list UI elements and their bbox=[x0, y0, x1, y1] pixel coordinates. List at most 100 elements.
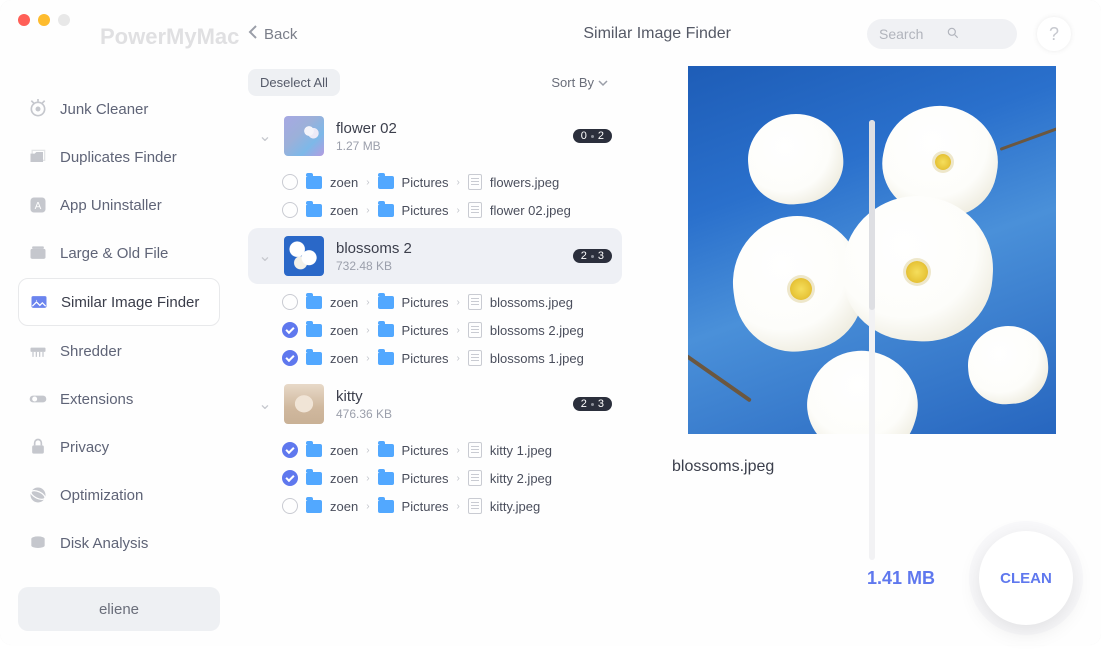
sidebar-nav: Junk Cleaner Duplicates Finder A App Uni… bbox=[18, 86, 220, 566]
file-row[interactable]: zoen› Pictures› kitty 2.jpeg bbox=[282, 464, 622, 492]
uninstaller-icon: A bbox=[28, 195, 48, 215]
chevron-down-icon bbox=[598, 75, 608, 90]
file-row[interactable]: zoen› Pictures› kitty 1.jpeg bbox=[282, 436, 622, 464]
group-thumbnail bbox=[284, 236, 324, 276]
file-checkbox[interactable] bbox=[282, 498, 298, 514]
path-dir: zoen bbox=[330, 323, 358, 338]
badge-total: 3 bbox=[598, 398, 604, 410]
search-input[interactable]: Search bbox=[867, 19, 1017, 49]
path-dir: Pictures bbox=[402, 295, 449, 310]
badge-selected: 2 bbox=[581, 398, 587, 410]
file-row[interactable]: zoen› Pictures› flowers.jpeg bbox=[282, 168, 622, 196]
file-checkbox[interactable] bbox=[282, 174, 298, 190]
back-label: Back bbox=[264, 26, 297, 43]
sidebar-item-privacy[interactable]: Privacy bbox=[18, 424, 220, 470]
junk-cleaner-icon bbox=[28, 99, 48, 119]
file-checkbox[interactable] bbox=[282, 322, 298, 338]
file-row[interactable]: zoen› Pictures› blossoms 2.jpeg bbox=[282, 316, 622, 344]
group-files: zoen› Pictures› blossoms.jpeg zoen› Pict… bbox=[248, 284, 622, 376]
sidebar-item-disk-analysis[interactable]: Disk Analysis bbox=[18, 520, 220, 566]
zoom-window-button[interactable] bbox=[58, 14, 70, 26]
path-sep: › bbox=[457, 205, 460, 216]
optimization-icon bbox=[28, 485, 48, 505]
group-count-badge: 0 2 bbox=[573, 129, 612, 143]
file-icon bbox=[468, 322, 482, 338]
sort-by-label: Sort By bbox=[551, 75, 594, 90]
minimize-window-button[interactable] bbox=[38, 14, 50, 26]
file-checkbox[interactable] bbox=[282, 470, 298, 486]
group-header[interactable]: ⌄ kitty 476.36 KB 2 3 bbox=[248, 376, 622, 432]
file-name: blossoms 1.jpeg bbox=[490, 351, 584, 366]
sort-by-dropdown[interactable]: Sort By bbox=[551, 75, 608, 90]
list-toolbar: Deselect All Sort By bbox=[248, 66, 628, 98]
sidebar-item-shredder[interactable]: Shredder bbox=[18, 328, 220, 374]
file-row[interactable]: zoen› Pictures› kitty.jpeg bbox=[282, 492, 622, 520]
group-name: flower 02 bbox=[336, 120, 561, 137]
search-icon bbox=[946, 26, 1005, 43]
sidebar-item-optimization[interactable]: Optimization bbox=[18, 472, 220, 518]
file-icon bbox=[468, 350, 482, 366]
duplicates-icon bbox=[28, 147, 48, 167]
scrollbar-thumb[interactable] bbox=[869, 120, 875, 310]
file-row[interactable]: zoen› Pictures› blossoms 1.jpeg bbox=[282, 344, 622, 372]
group-header[interactable]: ⌄ blossoms 2 732.48 KB 2 3 bbox=[248, 228, 622, 284]
badge-separator bbox=[591, 255, 594, 258]
deselect-all-button[interactable]: Deselect All bbox=[248, 69, 340, 96]
sidebar-item-app-uninstaller[interactable]: A App Uninstaller bbox=[18, 182, 220, 228]
group-count-badge: 2 3 bbox=[573, 249, 612, 263]
sidebar-item-similar-image[interactable]: Similar Image Finder bbox=[18, 278, 220, 326]
path-dir: Pictures bbox=[402, 471, 449, 486]
chevron-down-icon: ⌄ bbox=[258, 246, 272, 266]
folder-icon bbox=[378, 500, 394, 513]
file-checkbox[interactable] bbox=[282, 442, 298, 458]
badge-total: 3 bbox=[598, 250, 604, 262]
clean-button[interactable]: CLEAN bbox=[979, 531, 1073, 625]
back-button[interactable]: Back bbox=[248, 25, 297, 43]
file-checkbox[interactable] bbox=[282, 202, 298, 218]
user-pill[interactable]: eliene bbox=[18, 587, 220, 631]
list-pane: Deselect All Sort By ⌄ flower 02 1.27 MB bbox=[248, 66, 628, 631]
chevron-left-icon bbox=[248, 25, 258, 43]
group-info: blossoms 2 732.48 KB bbox=[336, 240, 561, 273]
file-row[interactable]: zoen› Pictures› blossoms.jpeg bbox=[282, 288, 622, 316]
path-dir: zoen bbox=[330, 203, 358, 218]
path-sep: › bbox=[457, 473, 460, 484]
file-icon bbox=[468, 174, 482, 190]
path-sep: › bbox=[366, 325, 369, 336]
sidebar-item-duplicates[interactable]: Duplicates Finder bbox=[18, 134, 220, 180]
file-name: blossoms.jpeg bbox=[490, 295, 573, 310]
path-sep: › bbox=[457, 353, 460, 364]
group-files: zoen› Pictures› flowers.jpeg zoen › Pictu… bbox=[248, 164, 622, 228]
search-placeholder: Search bbox=[879, 26, 938, 42]
path-dir: zoen bbox=[330, 295, 358, 310]
nav-label: Junk Cleaner bbox=[60, 101, 148, 118]
file-row[interactable]: zoen› Pictures› flower 02.jpeg bbox=[282, 196, 622, 224]
folder-icon bbox=[306, 296, 322, 309]
folder-icon bbox=[306, 324, 322, 337]
section-title: Similar Image Finder bbox=[467, 25, 847, 43]
file-icon bbox=[468, 202, 482, 218]
nav-label: App Uninstaller bbox=[60, 197, 162, 214]
sidebar-item-junk-cleaner[interactable]: Junk Cleaner bbox=[18, 86, 220, 132]
close-window-button[interactable] bbox=[18, 14, 30, 26]
file-checkbox[interactable] bbox=[282, 294, 298, 310]
sidebar-item-extensions[interactable]: Extensions bbox=[18, 376, 220, 422]
nav-label: Privacy bbox=[60, 439, 109, 456]
group-name: kitty bbox=[336, 388, 561, 405]
group-info: flower 02 1.27 MB bbox=[336, 120, 561, 153]
nav-label: Shredder bbox=[60, 343, 122, 360]
path-sep: › bbox=[366, 445, 369, 456]
sidebar-item-large-old[interactable]: Large & Old File bbox=[18, 230, 220, 276]
file-checkbox[interactable] bbox=[282, 350, 298, 366]
file-icon bbox=[468, 470, 482, 486]
help-button[interactable]: ? bbox=[1037, 17, 1071, 51]
path-dir: zoen bbox=[330, 443, 358, 458]
folder-icon bbox=[378, 176, 394, 189]
group-size: 476.36 KB bbox=[336, 407, 561, 421]
file-name: blossoms 2.jpeg bbox=[490, 323, 584, 338]
badge-selected: 0 bbox=[581, 130, 587, 142]
path-sep: › bbox=[366, 205, 369, 216]
path-dir: Pictures bbox=[402, 203, 449, 218]
group-header[interactable]: ⌄ flower 02 1.27 MB 0 2 bbox=[248, 108, 622, 164]
path-sep: › bbox=[366, 177, 369, 188]
